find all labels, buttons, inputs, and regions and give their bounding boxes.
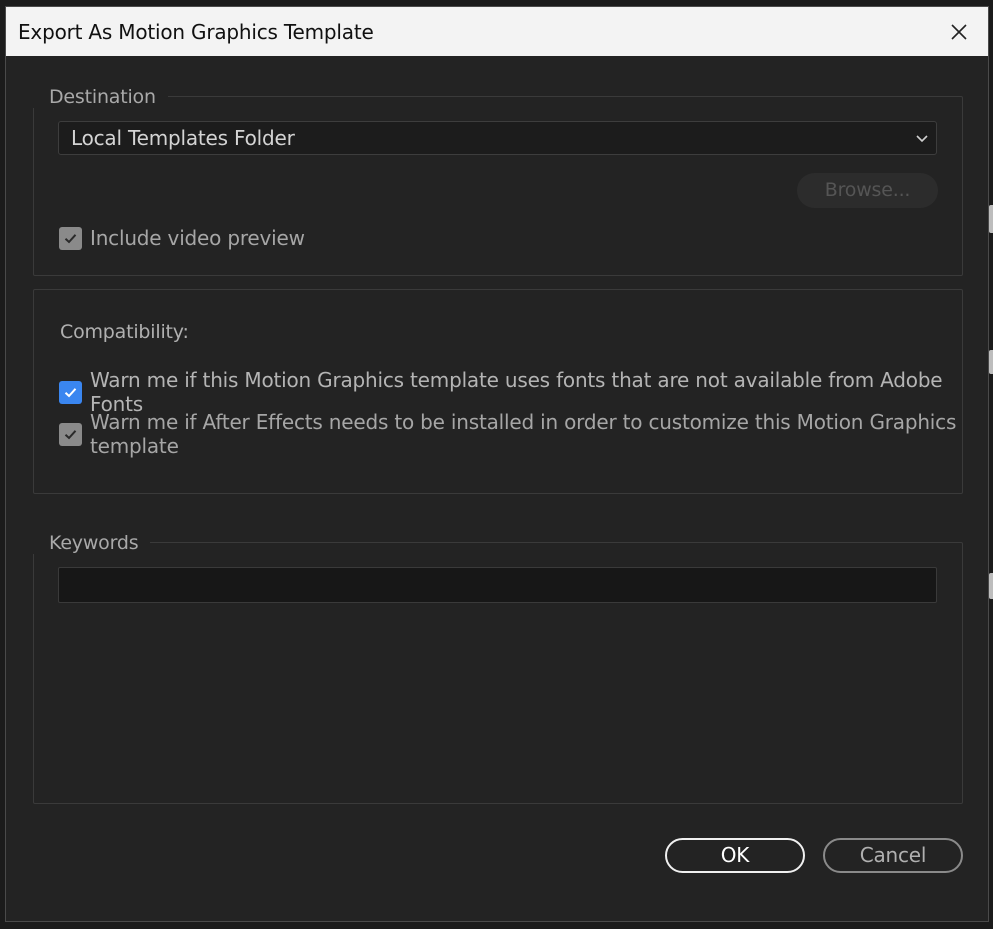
include-video-preview-row[interactable]: Include video preview bbox=[59, 226, 305, 250]
warn-fonts-label: Warn me if this Motion Graphics template… bbox=[90, 368, 943, 416]
warn-fonts-row[interactable]: Warn me if this Motion Graphics template… bbox=[59, 368, 988, 416]
destination-legend: Destination bbox=[33, 86, 168, 108]
keywords-input[interactable] bbox=[58, 567, 937, 603]
close-icon bbox=[951, 23, 967, 40]
checkmark-icon bbox=[64, 429, 77, 439]
background-edge-mark bbox=[989, 350, 993, 374]
warn-after-effects-checkbox[interactable] bbox=[59, 422, 82, 446]
warn-after-effects-row[interactable]: Warn me if After Effects needs to be ins… bbox=[59, 410, 988, 458]
chevron-down-icon bbox=[916, 135, 928, 143]
compatibility-label: Compatibility: bbox=[60, 321, 189, 343]
include-video-preview-label: Include video preview bbox=[90, 226, 305, 250]
include-video-preview-checkbox[interactable] bbox=[59, 226, 82, 250]
close-button[interactable] bbox=[930, 7, 988, 56]
warn-after-effects-label: Warn me if After Effects needs to be ins… bbox=[90, 410, 957, 458]
warn-fonts-checkbox[interactable] bbox=[59, 380, 82, 404]
destination-select-value: Local Templates Folder bbox=[71, 126, 295, 150]
background-edge-mark bbox=[989, 573, 993, 599]
browse-button[interactable]: Browse... bbox=[797, 173, 938, 208]
destination-select[interactable]: Local Templates Folder bbox=[58, 121, 937, 155]
export-mogrt-dialog: Export As Motion Graphics Template Desti… bbox=[5, 6, 989, 922]
dialog-title: Export As Motion Graphics Template bbox=[18, 20, 374, 44]
cancel-button[interactable]: Cancel bbox=[823, 838, 963, 873]
checkmark-icon bbox=[64, 233, 77, 243]
keywords-legend: Keywords bbox=[33, 532, 151, 554]
ok-button[interactable]: OK bbox=[665, 838, 805, 873]
checkmark-icon bbox=[64, 387, 77, 397]
title-bar: Export As Motion Graphics Template bbox=[6, 7, 988, 56]
background-edge-mark bbox=[989, 205, 993, 233]
